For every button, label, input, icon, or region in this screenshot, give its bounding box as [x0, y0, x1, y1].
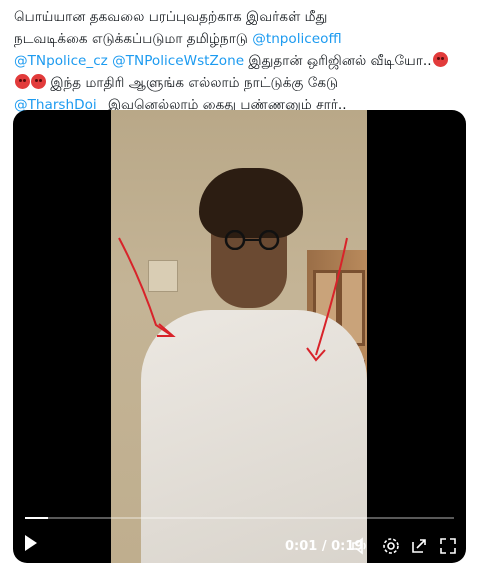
play-icon[interactable]: [25, 535, 37, 551]
tweet-text: பொய்யான தகவலை பரப்புவதற்காக இவர்கள் மீது…: [14, 6, 466, 116]
red-arrow-annotations: [118, 237, 348, 362]
mention-link[interactable]: @TNPoliceWstZone: [112, 53, 244, 69]
video-player[interactable]: 0:01 / 0:19: [13, 110, 466, 563]
tweet-text-segment: இதுதான் ஒரிஜினல் வீடியோ..: [244, 53, 432, 69]
mention-link[interactable]: @TNpolice_cz: [14, 53, 108, 69]
angry-face-emoji-icon: [432, 52, 448, 67]
tweet-line-1: பொய்யான தகவலை பரப்புவதற்காக இவர்கள் மீது: [14, 6, 466, 28]
angry-face-emoji-icon: [15, 74, 30, 89]
fullscreen-icon[interactable]: [439, 537, 457, 555]
video-frame[interactable]: [111, 110, 367, 563]
progress-fill: [25, 517, 48, 519]
progress-bar[interactable]: [25, 517, 454, 519]
tweet-line-2: நடவடிக்கை எடுக்கப்படுமா தமிழ்நாடு @tnpol…: [14, 28, 466, 50]
share-icon[interactable]: [410, 537, 428, 555]
tweet-text-segment: நடவடிக்கை எடுக்கப்படுமா தமிழ்நாடு: [14, 31, 253, 47]
gear-icon[interactable]: [382, 537, 400, 555]
angry-face-emoji-icon: [31, 74, 46, 89]
video-controls: 0:01 / 0:19: [13, 515, 466, 563]
tweet-text-segment: பொய்யான தகவலை பரப்புவதற்காக இவர்கள் மீது: [14, 9, 328, 25]
tweet-line-3: @TNpolice_cz @TNPoliceWstZone இதுதான் ஒர…: [14, 50, 466, 72]
volume-icon[interactable]: [351, 537, 369, 555]
mention-link[interactable]: @tnpoliceoffl: [252, 31, 341, 47]
tweet-line-4: இந்த மாதிரி ஆளுங்க எல்லாம் நாட்டுக்கு கே…: [14, 72, 466, 94]
tweet-text-segment: இந்த மாதிரி ஆளுங்க எல்லாம் நாட்டுக்கு கே…: [46, 75, 339, 91]
